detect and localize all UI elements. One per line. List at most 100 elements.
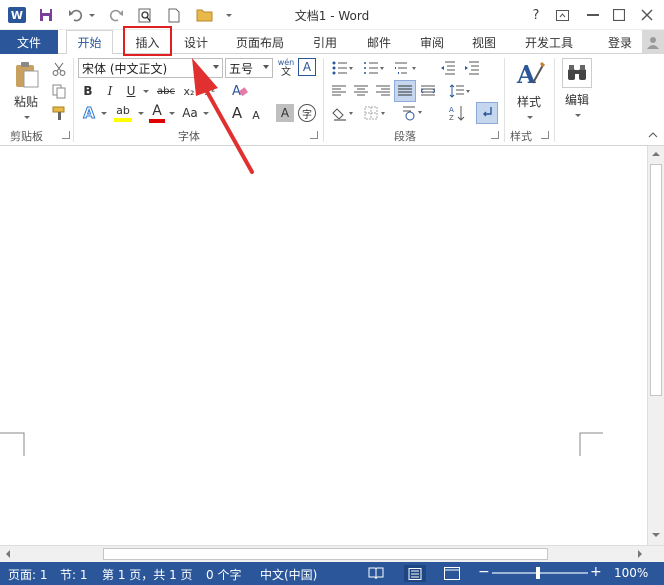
horizontal-scrollbar[interactable] [0, 545, 664, 562]
align-right-icon[interactable] [373, 82, 393, 100]
character-shading-button[interactable]: A [276, 104, 294, 122]
cut-icon[interactable] [49, 60, 69, 78]
ribbon-display-icon[interactable] [553, 6, 571, 24]
increase-indent-icon[interactable] [461, 59, 483, 77]
font-color-glyph: A [152, 103, 162, 119]
svg-text:A: A [516, 60, 536, 89]
status-page[interactable]: 页面: 1 [8, 566, 48, 583]
font-color-button[interactable]: A [148, 102, 166, 124]
status-bar: 页面: 1 节: 1 第 1 页，共 1 页 0 个字 中文(中国) − + 1… [0, 562, 664, 585]
underline-dropdown-icon[interactable] [140, 82, 150, 100]
zoom-level[interactable]: 100% [614, 566, 648, 580]
zoom-slider[interactable] [492, 572, 588, 574]
subscript-button[interactable]: x₂ [180, 82, 198, 100]
styles-dropdown-icon[interactable] [523, 108, 535, 126]
paste-dropdown-icon[interactable] [20, 108, 32, 126]
sort-icon[interactable]: AZ [446, 104, 468, 122]
underline-button[interactable]: U [122, 82, 140, 100]
text-effects-dropdown-icon[interactable] [98, 104, 108, 122]
shrink-font-button[interactable]: A [248, 106, 264, 124]
tab-mailings[interactable]: 邮件 [357, 30, 401, 54]
read-mode-icon[interactable] [368, 567, 384, 583]
status-word-count[interactable]: 0 个字 [206, 566, 241, 583]
font-launcher-icon[interactable] [310, 131, 318, 139]
editing-dropdown-icon[interactable] [571, 106, 583, 124]
document-canvas[interactable] [0, 146, 647, 545]
account-avatar[interactable] [642, 30, 664, 54]
borders-icon[interactable] [361, 104, 389, 122]
sign-in-link[interactable]: 登录 [600, 30, 640, 54]
text-effects-button[interactable]: A [80, 104, 98, 123]
change-case-button[interactable]: Aa [180, 104, 200, 122]
clear-formatting-icon[interactable]: A [229, 81, 251, 99]
font-color-dropdown-icon[interactable] [166, 104, 176, 122]
paragraph-group-label: 段落 [394, 130, 416, 143]
numbering-icon[interactable] [360, 59, 388, 77]
enclose-characters-button[interactable]: 字 [298, 104, 316, 122]
scroll-left-icon[interactable] [2, 546, 14, 562]
tab-developer[interactable]: 开发工具 [516, 30, 582, 54]
minimize-icon[interactable] [584, 6, 602, 24]
collapse-ribbon-icon[interactable] [646, 126, 660, 144]
help-icon[interactable]: ? [527, 6, 545, 24]
highlight-glyph: ab [116, 104, 130, 117]
phonetic-guide-icon[interactable]: wén 文 [276, 57, 296, 79]
tab-references[interactable]: 引用 [302, 30, 348, 54]
superscript-button[interactable]: x² [200, 82, 220, 100]
bold-button[interactable]: B [79, 82, 97, 100]
status-section[interactable]: 节: 1 [60, 566, 88, 583]
tab-review[interactable]: 审阅 [410, 30, 454, 54]
italic-button[interactable]: I [101, 82, 119, 100]
font-size-combo[interactable]: 五号 [225, 58, 273, 78]
print-layout-icon[interactable] [404, 565, 426, 582]
show-marks-icon[interactable] [476, 102, 498, 124]
bullets-icon[interactable] [329, 59, 357, 77]
vertical-scrollbar[interactable] [647, 146, 664, 545]
maximize-icon[interactable] [610, 6, 628, 24]
tab-home[interactable]: 开始 [66, 30, 113, 55]
scroll-up-icon[interactable] [648, 148, 664, 160]
zoom-out-icon[interactable]: − [478, 564, 490, 580]
font-group-label: 字体 [178, 130, 200, 143]
clipboard-launcher-icon[interactable] [62, 131, 70, 139]
highlight-dropdown-icon[interactable] [135, 104, 145, 122]
tab-view[interactable]: 视图 [462, 30, 506, 54]
paste-icon[interactable] [12, 60, 42, 90]
styles-gallery-icon[interactable]: A [514, 58, 546, 90]
multilevel-list-icon[interactable] [391, 59, 421, 77]
vertical-scroll-thumb[interactable] [650, 164, 662, 396]
highlight-button[interactable]: ab [111, 102, 135, 124]
scroll-down-icon[interactable] [648, 529, 664, 541]
character-border-icon[interactable]: A [298, 58, 316, 76]
ribbon-tab-bar: 文件 开始 插入 设计 页面布局 引用 邮件 审阅 视图 开发工具 登录 [0, 30, 664, 55]
change-case-dropdown-icon[interactable] [200, 104, 210, 122]
page-corner-marks [0, 432, 603, 456]
close-icon[interactable] [638, 6, 656, 24]
styles-launcher-icon[interactable] [541, 131, 549, 139]
align-left-icon[interactable] [329, 82, 349, 100]
line-spacing-icon[interactable] [446, 82, 474, 100]
font-name-combo[interactable]: 宋体 (中文正文) [78, 58, 223, 78]
chinese-layout-icon[interactable] [398, 104, 426, 122]
status-language[interactable]: 中文(中国) [260, 566, 317, 583]
justify-icon[interactable] [394, 80, 416, 102]
find-binoculars-icon[interactable] [562, 58, 592, 88]
copy-icon[interactable] [49, 82, 69, 100]
distributed-icon[interactable] [418, 82, 438, 100]
status-page-count[interactable]: 第 1 页，共 1 页 [102, 566, 193, 583]
decrease-indent-icon[interactable] [437, 59, 459, 77]
tab-design[interactable]: 设计 [174, 30, 218, 54]
strikethrough-button[interactable]: abc [153, 82, 179, 100]
zoom-in-icon[interactable]: + [590, 564, 602, 580]
format-painter-icon[interactable] [49, 104, 69, 122]
grow-font-button[interactable]: A [228, 104, 246, 122]
paragraph-launcher-icon[interactable] [491, 131, 499, 139]
web-layout-icon[interactable] [444, 567, 460, 583]
zoom-slider-thumb[interactable] [536, 567, 540, 579]
align-center-icon[interactable] [351, 82, 371, 100]
tab-page-layout[interactable]: 页面布局 [228, 30, 292, 54]
scroll-right-icon[interactable] [634, 546, 646, 562]
horizontal-scroll-thumb[interactable] [103, 548, 548, 560]
tab-file[interactable]: 文件 [0, 30, 58, 54]
shading-icon[interactable] [329, 104, 357, 122]
